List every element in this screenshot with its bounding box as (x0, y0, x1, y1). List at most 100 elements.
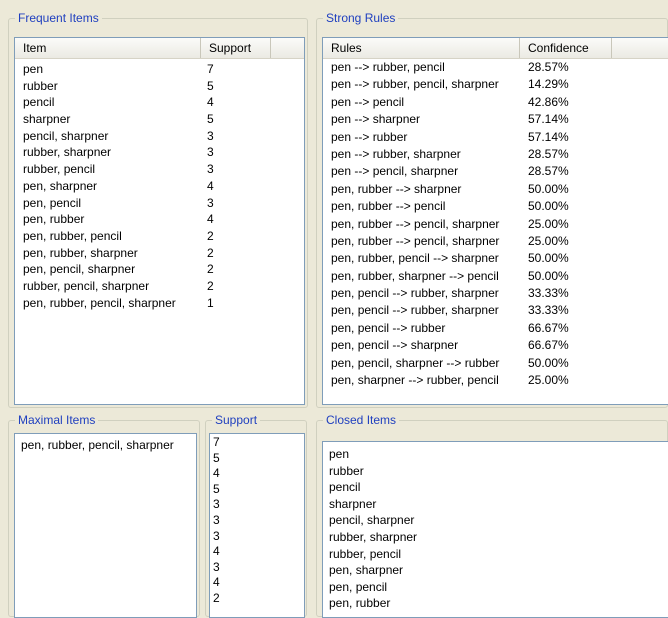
frequent-item-row[interactable]: pen 7 (15, 61, 304, 78)
frequent-item-row[interactable]: pencil, sharpner 3 (15, 128, 304, 145)
confidence-cell: 57.14% (528, 129, 569, 144)
column-header-rules[interactable]: Rules (323, 38, 520, 58)
column-header-confidence[interactable]: Confidence (520, 38, 612, 58)
support-cell: 4 (207, 95, 214, 110)
strong-rule-row[interactable]: pen, pencil --> rubber, sharpner 33.33% (323, 285, 668, 302)
support-title: Support (212, 412, 261, 428)
support-body: 75453334342 (213, 435, 302, 607)
frequent-item-row[interactable]: pen, pencil 3 (15, 195, 304, 212)
maximal-items-body: pen, rubber, pencil, sharpner (21, 437, 194, 453)
strong-rule-row[interactable]: pen --> pencil 42.86% (323, 94, 668, 111)
strong-rule-row[interactable]: pen, rubber --> pencil, sharpner 25.00% (323, 233, 668, 250)
frequent-items-list[interactable]: Item Support pen 7 rubber 5 pencil 4 sharpner 5… (14, 37, 305, 405)
support-cell: 2 (207, 228, 214, 243)
strong-rule-row[interactable]: pen, sharpner --> rubber, pencil 25.00% (323, 372, 668, 389)
rule-cell: pen --> sharpner (331, 112, 421, 127)
item-cell: rubber, pencil, sharpner (23, 278, 150, 293)
strong-rule-row[interactable]: pen, pencil, sharpner --> rubber 50.00% (323, 355, 668, 372)
item-cell: pen, rubber, pencil, sharpner (23, 295, 176, 310)
strong-rules-group: Strong Rules Rules Confidence pen --> ru… (316, 10, 668, 408)
frequent-item-row[interactable]: rubber 5 (15, 78, 304, 95)
confidence-cell: 66.67% (528, 338, 569, 353)
strong-rule-row[interactable]: pen, rubber, pencil --> sharpner 50.00% (323, 250, 668, 267)
strong-rule-row[interactable]: pen, pencil --> rubber, sharpner 33.33% (323, 302, 668, 319)
closed-items-list[interactable]: pen rubber pencil sharpner pencil, sharpner r… (322, 441, 668, 618)
strong-rule-row[interactable]: pen, pencil --> rubber 66.67% (323, 320, 668, 337)
closed-item[interactable]: pencil (329, 479, 666, 496)
item-cell: rubber, sharpner (23, 145, 112, 160)
support-list[interactable]: 75453334342 (209, 433, 305, 618)
support-value[interactable]: 4 (213, 466, 302, 482)
confidence-cell: 25.00% (528, 373, 569, 388)
closed-item[interactable]: pen, sharpner (329, 562, 666, 579)
rule-cell: pen, pencil --> rubber, sharpner (331, 303, 499, 318)
frequent-items-group: Frequent Items Item Support pen 7 rubber 5 p… (8, 10, 308, 408)
strong-rule-row[interactable]: pen, rubber --> pencil 50.00% (323, 198, 668, 215)
support-value[interactable]: 5 (213, 451, 302, 467)
support-value[interactable]: 3 (213, 497, 302, 513)
support-value[interactable]: 3 (213, 513, 302, 529)
support-cell: 2 (207, 245, 214, 260)
frequent-item-row[interactable]: pen, pencil, sharpner 2 (15, 261, 304, 278)
frequent-item-row[interactable]: rubber, pencil 3 (15, 161, 304, 178)
strong-rule-row[interactable]: pen --> rubber, sharpner 28.57% (323, 146, 668, 163)
frequent-item-row[interactable]: pen, rubber, pencil, sharpner 1 (15, 295, 304, 312)
strong-rule-row[interactable]: pen --> pencil, sharpner 28.57% (323, 163, 668, 180)
rule-cell: pen, rubber, sharpner --> pencil (331, 268, 499, 283)
closed-item[interactable]: pen (329, 446, 666, 463)
confidence-cell: 25.00% (528, 216, 569, 231)
support-value[interactable]: 3 (213, 529, 302, 545)
frequent-item-row[interactable]: pencil 4 (15, 94, 304, 111)
closed-item[interactable]: rubber (329, 463, 666, 480)
strong-rule-row[interactable]: pen, rubber --> sharpner 50.00% (323, 181, 668, 198)
strong-rules-list[interactable]: Rules Confidence pen --> rubber, pencil 2… (322, 37, 668, 405)
strong-rule-row[interactable]: pen --> rubber, pencil, sharpner 14.29% (323, 76, 668, 93)
support-value[interactable]: 4 (213, 575, 302, 591)
support-value[interactable]: 5 (213, 482, 302, 498)
frequent-item-row[interactable]: pen, rubber 4 (15, 211, 304, 228)
rule-cell: pen, pencil --> rubber (331, 320, 446, 335)
column-header-support[interactable]: Support (201, 38, 271, 58)
item-cell: pen, rubber, pencil (23, 228, 122, 243)
strong-rules-header: Rules Confidence (323, 38, 668, 59)
confidence-cell: 50.00% (528, 199, 569, 214)
item-cell: rubber, pencil (23, 162, 96, 177)
rule-cell: pen, rubber --> pencil, sharpner (331, 216, 500, 231)
frequent-item-row[interactable]: rubber, pencil, sharpner 2 (15, 278, 304, 295)
closed-item[interactable]: pen, pencil (329, 579, 666, 596)
confidence-cell: 28.57% (528, 146, 569, 161)
strong-rule-row[interactable]: pen --> rubber, pencil 28.57% (323, 59, 668, 76)
frequent-item-row[interactable]: pen, rubber, pencil 2 (15, 228, 304, 245)
strong-rule-row[interactable]: pen --> rubber 57.14% (323, 129, 668, 146)
strong-rule-row[interactable]: pen --> sharpner 57.14% (323, 111, 668, 128)
closed-item[interactable]: pen, rubber (329, 595, 666, 612)
closed-item[interactable]: pencil, sharpner (329, 512, 666, 529)
support-value[interactable]: 3 (213, 560, 302, 576)
item-cell: pen, rubber (23, 212, 85, 227)
frequent-item-row[interactable]: rubber, sharpner 3 (15, 144, 304, 161)
strong-rule-row[interactable]: pen, rubber, sharpner --> pencil 50.00% (323, 268, 668, 285)
closed-item[interactable]: sharpner (329, 496, 666, 513)
frequent-item-row[interactable]: sharpner 5 (15, 111, 304, 128)
maximal-item[interactable]: pen, rubber, pencil, sharpner (21, 437, 194, 453)
closed-items-group: Closed Items pen rubber pencil sharpner penc… (316, 412, 668, 618)
rule-cell: pen --> rubber (331, 129, 408, 144)
frequent-item-row[interactable]: pen, rubber, sharpner 2 (15, 245, 304, 262)
maximal-items-list[interactable]: pen, rubber, pencil, sharpner (14, 433, 197, 618)
support-value[interactable]: 2 (213, 591, 302, 607)
item-cell: pen, rubber, sharpner (23, 245, 138, 260)
item-cell: rubber (23, 78, 58, 93)
strong-rule-row[interactable]: pen, rubber --> pencil, sharpner 25.00% (323, 216, 668, 233)
closed-item[interactable]: rubber, pencil (329, 546, 666, 563)
column-header-item[interactable]: Item (15, 38, 201, 58)
support-cell: 5 (207, 112, 214, 127)
frequent-item-row[interactable]: pen, sharpner 4 (15, 178, 304, 195)
support-value[interactable]: 7 (213, 435, 302, 451)
support-cell: 4 (207, 178, 214, 193)
confidence-cell: 50.00% (528, 268, 569, 283)
support-cell: 5 (207, 78, 214, 93)
strong-rule-row[interactable]: pen, pencil --> sharpner 66.67% (323, 337, 668, 354)
support-value[interactable]: 4 (213, 544, 302, 560)
closed-item[interactable]: rubber, sharpner (329, 529, 666, 546)
frequent-items-body: pen 7 rubber 5 pencil 4 sharpner 5 pencil, sharp… (15, 61, 304, 404)
